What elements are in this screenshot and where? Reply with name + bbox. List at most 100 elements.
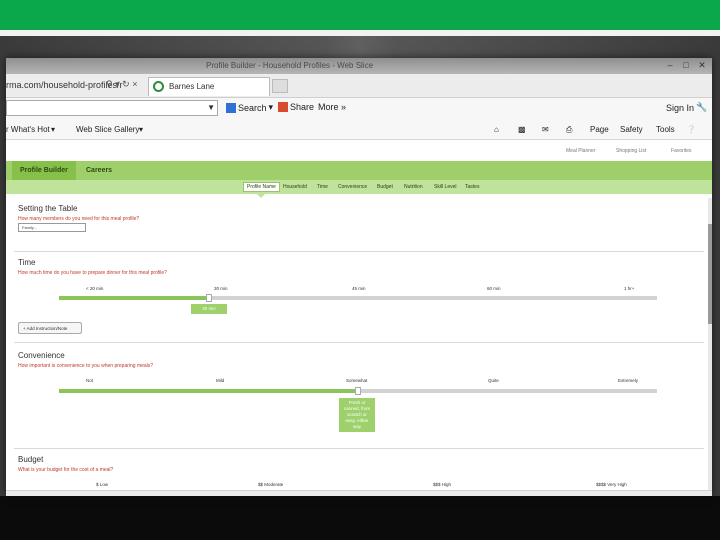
section-title-setting: Setting the Table <box>18 204 78 213</box>
section-question-setting: How many members do you need for this me… <box>18 216 140 222</box>
time-label: 1 hr+ <box>624 286 635 291</box>
top-link[interactable]: Shopping List <box>616 148 646 154</box>
time-label: 45 min <box>352 286 366 291</box>
convenience-slider-handle[interactable] <box>355 387 361 395</box>
convenience-label: Not <box>86 378 94 383</box>
address-bar-icons: ⚲ ▾ ↻ × <box>106 79 137 90</box>
convenience-label: Mild <box>216 378 225 383</box>
convenience-label: Somewhat <box>346 378 368 383</box>
feeds-icon[interactable]: ▩ <box>518 125 526 134</box>
home-icon[interactable]: ⌂ <box>494 125 499 134</box>
add-instruction-label: + Add Instruction/Note <box>23 326 68 331</box>
wrench-icon: 🔧 <box>696 102 708 112</box>
close-icon[interactable]: ✕ <box>696 60 708 71</box>
more-button[interactable]: More » <box>318 102 346 112</box>
section-question-convenience: How important is convenience to you when… <box>18 363 154 369</box>
search-button-label: Search <box>238 102 267 113</box>
search-toolbar: ▼ Search ▾ Share More » Sign In 🔧 <box>6 98 712 120</box>
address-bar: rma.com/household-profiles/r ⚲ ▾ ↻ × Bar… <box>6 74 712 98</box>
subtab-household[interactable]: Household <box>283 184 307 190</box>
share-button-label: Share <box>290 102 315 112</box>
horizontal-scrollbar[interactable] <box>6 490 712 496</box>
time-label: 60 min <box>487 286 501 291</box>
members-select-value: Family... <box>22 225 37 230</box>
browser-screenshot: Profile Builder - Household Profiles - W… <box>6 58 712 496</box>
sign-in-button[interactable]: Sign In 🔧 <box>666 102 707 113</box>
safety-menu[interactable]: Safety <box>620 125 643 134</box>
window-title: Profile Builder - Household Profiles - W… <box>206 61 374 70</box>
sign-in-label: Sign In <box>666 102 695 113</box>
section-title-time: Time <box>18 258 36 267</box>
section-divider <box>14 342 704 343</box>
search-icon[interactable]: ⚲ <box>106 79 113 89</box>
add-instruction-button[interactable]: + Add Instruction/Note <box>18 322 82 334</box>
chevron-down-icon: ▾ <box>268 102 274 112</box>
subnav-caret <box>257 194 265 198</box>
favorites-toolbar: r What's Hot ▾ Web Slice Gallery ▾ ⌂ ▩ ✉… <box>6 120 712 140</box>
time-label: 30 min <box>214 286 228 291</box>
section-question-time: How much time do you have to prepare din… <box>18 270 167 276</box>
help-icon[interactable]: ❔ <box>686 125 696 134</box>
search-icon <box>226 102 236 113</box>
time-label: < 20 min <box>86 286 104 291</box>
sub-nav: Profile Name Household Time Convenience … <box>6 180 712 194</box>
time-slider[interactable] <box>59 294 657 302</box>
top-link[interactable]: Favorites <box>671 148 692 154</box>
time-value-bubble: 30 min <box>191 304 227 315</box>
convenience-slider-fill <box>59 389 358 393</box>
tab-careers[interactable]: Careers <box>78 161 120 180</box>
search-button[interactable]: Search ▾ <box>226 102 273 113</box>
refresh-icon[interactable]: ↻ <box>122 79 130 89</box>
subtab-convenience[interactable]: Convenience <box>338 184 367 190</box>
budget-label: $$$ High <box>433 482 452 487</box>
section-divider <box>14 448 704 449</box>
subtab-time[interactable]: Time <box>317 184 328 190</box>
window-titlebar: Profile Builder - Household Profiles - W… <box>6 58 712 74</box>
section-title-budget: Budget <box>18 455 44 464</box>
subtab-profile-name[interactable]: Profile Name <box>243 182 280 192</box>
web-slice-gallery-link[interactable]: Web Slice Gallery <box>76 125 139 134</box>
close-icon[interactable]: × <box>132 79 137 89</box>
window-controls: – □ ✕ <box>664 60 708 71</box>
section-title-convenience: Convenience <box>18 351 65 360</box>
top-link[interactable]: Meal Planner <box>566 148 595 154</box>
convenience-slider[interactable] <box>59 387 657 395</box>
time-slider-fill <box>59 296 209 300</box>
members-select[interactable]: Family... <box>18 223 86 232</box>
slide-header-bar <box>0 0 720 30</box>
budget-label: $$ Moderate <box>258 482 284 487</box>
subtab-tastes[interactable]: Tastes <box>465 184 479 190</box>
chevron-down-icon[interactable]: ▾ <box>139 125 143 134</box>
scrollbar-thumb[interactable] <box>708 224 712 324</box>
chevron-down-icon[interactable]: ▾ <box>115 79 120 89</box>
time-slider-handle[interactable] <box>205 294 212 302</box>
print-icon[interactable]: ⎙ <box>566 125 572 135</box>
vertical-scrollbar[interactable] <box>708 198 712 496</box>
convenience-value-bubble: Fresh or canned, from scratch or easy, e… <box>339 398 375 433</box>
section-question-budget: What is your budget for the cost of a me… <box>18 467 114 473</box>
chevron-down-icon[interactable]: ▾ <box>51 125 55 134</box>
budget-label: $ Low <box>96 482 109 487</box>
tools-menu[interactable]: Tools <box>656 125 675 134</box>
favicon-icon <box>153 81 164 92</box>
budget-label: $$$$ Very High <box>596 482 627 487</box>
more-button-label: More » <box>318 102 347 112</box>
tab-profile-builder[interactable]: Profile Builder <box>12 161 76 180</box>
subtab-nutrition[interactable]: Nutrition <box>404 184 423 190</box>
subtab-budget[interactable]: Budget <box>377 184 393 190</box>
page-menu[interactable]: Page <box>590 125 609 134</box>
maximize-icon[interactable]: □ <box>680 60 692 71</box>
toolbar-search-input[interactable]: ▼ <box>6 100 218 116</box>
minimize-icon[interactable]: – <box>664 60 676 71</box>
tab-label: Barnes Lane <box>169 82 215 91</box>
subtab-skill-level[interactable]: Skill Level <box>434 184 457 190</box>
mail-icon[interactable]: ✉ <box>542 125 549 134</box>
share-button[interactable]: Share <box>278 102 314 112</box>
slide-footer <box>0 496 720 540</box>
new-tab-button[interactable] <box>272 79 288 93</box>
browser-tab[interactable]: Barnes Lane <box>148 77 270 96</box>
share-icon <box>278 102 288 112</box>
chevron-down-icon[interactable]: ▼ <box>207 103 215 112</box>
convenience-label: Quite <box>488 378 499 383</box>
whats-hot-link[interactable]: r What's Hot <box>6 125 50 134</box>
